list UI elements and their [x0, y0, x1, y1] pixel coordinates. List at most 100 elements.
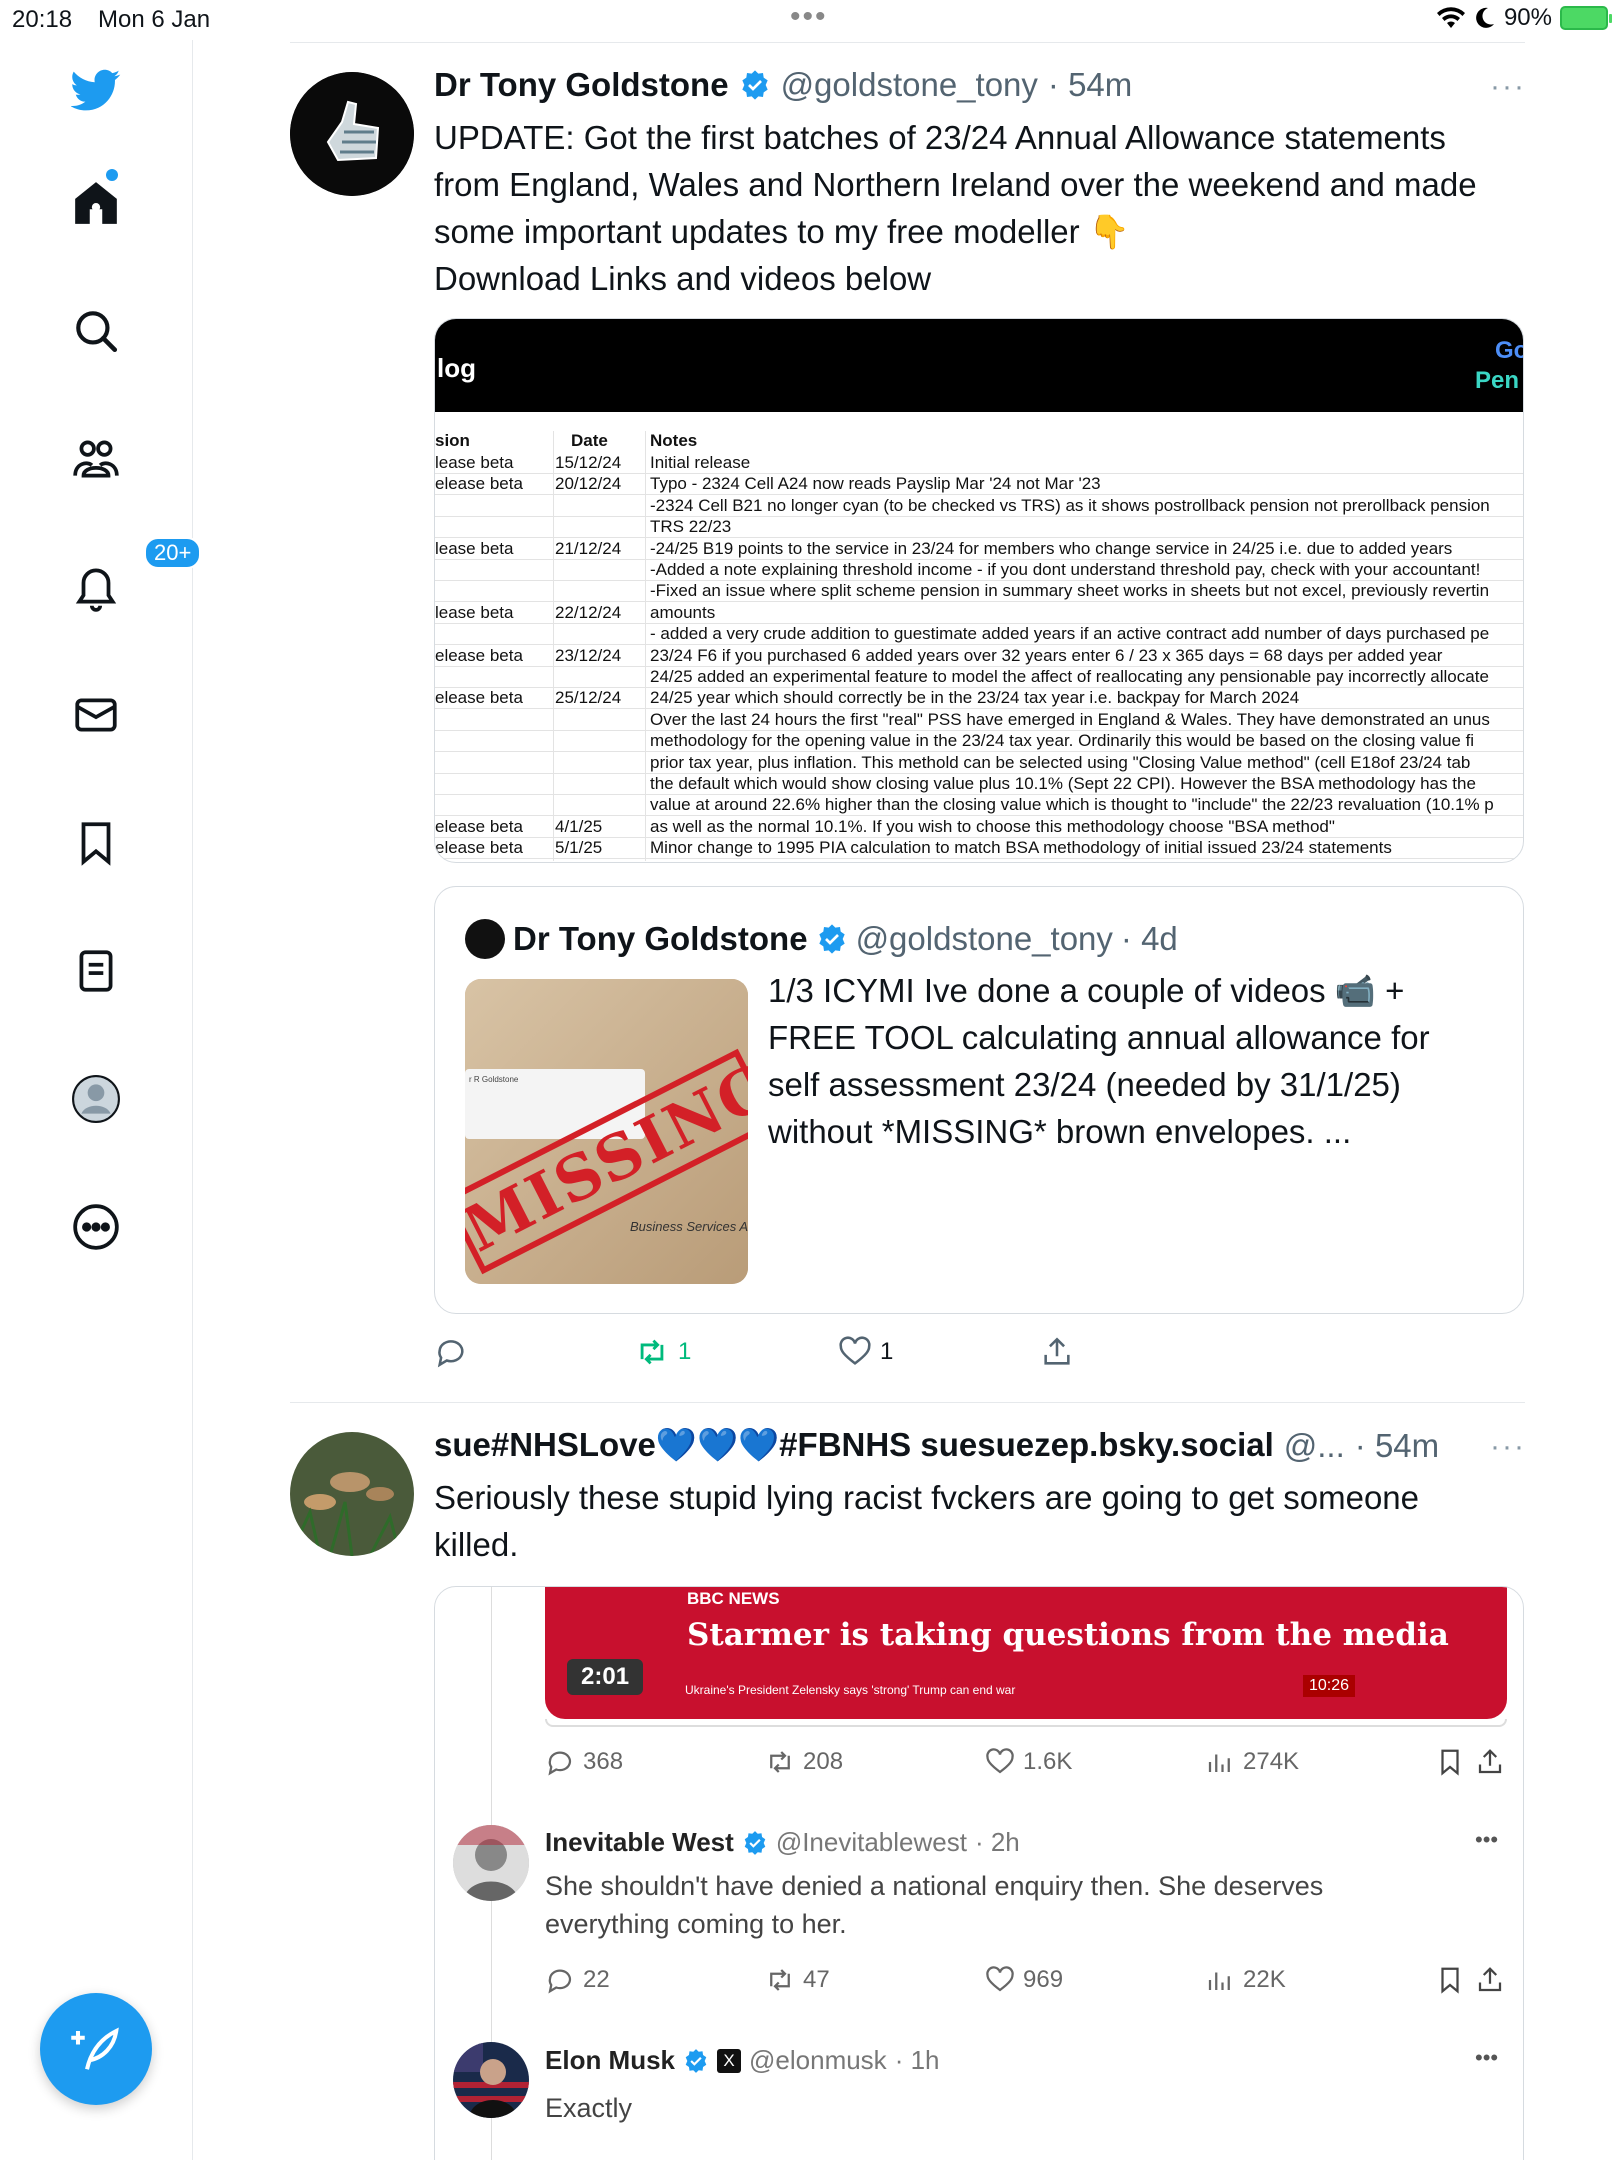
twitter-logo-icon[interactable]: [58, 52, 134, 128]
tweet-2-more-icon[interactable]: ···: [1490, 1430, 1526, 1464]
sheet-cell: lease beta: [435, 453, 514, 472]
reply-icon: [548, 1969, 572, 1994]
likes-count: 969: [1023, 1966, 1064, 1993]
tweet-2-author-name[interactable]: sue#NHSLove💙💙💙#FBNHS suesuezep.bsky.soci…: [434, 1426, 1274, 1465]
verified-badge-icon: [818, 924, 845, 954]
retweet-icon: [640, 1339, 664, 1365]
retweet-icon: [770, 1751, 790, 1773]
sheet-cell: -2324 Cell B21 no longer cyan (to be che…: [650, 495, 1490, 515]
messages-icon[interactable]: [58, 677, 134, 753]
embed-stats-row: 368 208 1.6K 274K: [435, 1747, 1523, 1787]
top-divider: [290, 42, 1525, 43]
sheet-col-version: sion: [435, 431, 470, 450]
heart-icon: [986, 1966, 1014, 1992]
moon-icon: [1476, 7, 1494, 28]
heart-icon: [839, 1336, 871, 1365]
more-options-icon[interactable]: [58, 1189, 134, 1265]
home-unread-dot: [106, 169, 118, 181]
battery-percent: 90%: [1503, 4, 1552, 31]
sheet-cell: Typo - 2324 Cell A24 now reads Payslip M…: [650, 474, 1101, 494]
like-button[interactable]: 1: [838, 1335, 893, 1369]
share-button[interactable]: [1040, 1335, 1074, 1369]
status-right: 90%: [1436, 4, 1612, 32]
likes-stat[interactable]: 1.6K: [985, 1747, 1072, 1777]
search-icon[interactable]: [58, 293, 134, 369]
share-icon: [1478, 1967, 1502, 1992]
tweet-2-image[interactable]: BBC NEWS Starmer is taking questions fro…: [434, 1586, 1524, 2160]
tweet-1-author-name[interactable]: Dr Tony Goldstone: [434, 66, 729, 104]
sheet-cell: 25/12/24: [555, 688, 622, 708]
sheet-cell: 23/24 F6 if you purchased 6 added years …: [650, 645, 1443, 665]
views-stat[interactable]: 22K: [1205, 1965, 1286, 1995]
tweet-1-image[interactable]: log Go Pen sion Date Notes lease beta 15/…: [434, 318, 1524, 863]
quote-text-line: without *MISSING* brown envelopes. ...: [768, 1113, 1352, 1150]
reply-2-more-icon: •••: [1475, 2045, 1499, 2070]
reply-icon: [548, 1751, 572, 1776]
tweet-1-quote-card[interactable]: Dr Tony Goldstone @goldstone_tony · 4d r…: [434, 886, 1524, 1314]
sheet-logo-text-1: Go: [1495, 337, 1523, 364]
bookmark-button[interactable]: [1435, 1747, 1465, 1784]
tweet-1-time[interactable]: · 54m: [1048, 66, 1132, 104]
sheet-cell: 15/12/24: [555, 453, 622, 472]
sheet-header-title: log: [437, 353, 476, 383]
sidebar: 20+: [0, 40, 202, 2160]
tweet-1-more-icon[interactable]: ···: [1490, 70, 1526, 104]
sheet-cell: the default which would show closing val…: [650, 774, 1476, 793]
tweet-1-text-line: from England, Wales and Northern Ireland…: [434, 166, 1477, 203]
tweet-1-text-line: UPDATE: Got the first batches of 23/24 A…: [434, 119, 1446, 156]
notifications-icon[interactable]: 20+: [58, 537, 202, 625]
sheet-cell: elease beta: [435, 838, 523, 858]
home-icon[interactable]: [58, 165, 134, 241]
bookmarks-icon[interactable]: [58, 805, 134, 881]
quote-text-line: FREE TOOL calculating annual allowance f…: [768, 1019, 1430, 1056]
tweet-1-avatar[interactable]: [290, 72, 414, 196]
tweet-1-author-handle[interactable]: @goldstone_tony: [781, 66, 1038, 104]
sheet-header-bar: log Go Pen: [435, 319, 1523, 412]
likes-count: 1.6K: [1023, 1748, 1073, 1775]
compose-tweet-button[interactable]: [40, 1993, 152, 2105]
lists-icon[interactable]: [58, 933, 134, 1009]
replies-stat[interactable]: 22: [545, 1965, 610, 1995]
tweet-2-author-handle[interactable]: @...: [1284, 1427, 1345, 1465]
sheet-cell: value at around 22.6% higher than the cl…: [650, 795, 1494, 815]
communities-icon[interactable]: [58, 421, 134, 497]
reply-1-handle: @Inevitablewest: [775, 1827, 967, 1857]
like-count: 1: [880, 1338, 894, 1365]
tweet-1-text-line: Download Links and videos below: [434, 260, 932, 297]
retweets-stat[interactable]: 47: [765, 1965, 830, 1995]
bookmark-button[interactable]: [1435, 1965, 1465, 2002]
multitasking-dots-icon[interactable]: •••: [790, 0, 828, 34]
tweet-2-time[interactable]: · 54m: [1355, 1427, 1439, 1465]
sheet-cell: 21/12/24: [555, 538, 622, 558]
sheet-cell: 24/25 added an experimental feature to m…: [650, 667, 1489, 686]
quote-time: · 4d: [1120, 920, 1178, 957]
sheet-cell: -24/25 B19 points to the service in 23/2…: [650, 538, 1453, 558]
bbc-headline: Starmer is taking questions from the med…: [687, 1617, 1449, 1653]
wifi-icon: [1436, 7, 1465, 29]
profile-icon[interactable]: [58, 1061, 134, 1137]
reply-1-time: · 2h: [974, 1827, 1020, 1857]
tweet-2-text-line: Seriously these stupid lying racist fvck…: [434, 1479, 1420, 1516]
likes-stat[interactable]: 969: [985, 1965, 1063, 1995]
share-button[interactable]: [1475, 1965, 1505, 2002]
share-button[interactable]: [1475, 1747, 1505, 1784]
reply-button[interactable]: [434, 1335, 468, 1369]
views-icon: [1208, 1754, 1230, 1772]
status-time: 20:18: [12, 6, 73, 33]
quote-author-handle: @goldstone_tony: [855, 920, 1113, 957]
bbc-clock: 10:26: [1303, 1675, 1356, 1697]
sheet-cell: amounts: [650, 602, 716, 622]
feather-plus-icon: [71, 2027, 119, 2070]
reply-1-text-line: everything coming to her.: [545, 1909, 847, 1939]
views-stat[interactable]: 274K: [1205, 1747, 1299, 1777]
bbc-video-card[interactable]: BBC NEWS Starmer is taking questions fro…: [545, 1587, 1507, 1719]
tweet-2-avatar[interactable]: [290, 1432, 414, 1556]
share-icon: [1478, 1749, 1502, 1774]
notifications-badge: 20+: [144, 537, 202, 569]
reply-2-name: Elon Musk: [545, 2045, 676, 2075]
replies-stat[interactable]: 368: [545, 1747, 623, 1777]
retweets-count: 47: [803, 1966, 830, 1993]
sheet-cell: 24/25 year which should correctly be in …: [650, 688, 1300, 708]
retweet-button[interactable]: 1: [634, 1335, 691, 1369]
retweets-stat[interactable]: 208: [765, 1747, 843, 1777]
